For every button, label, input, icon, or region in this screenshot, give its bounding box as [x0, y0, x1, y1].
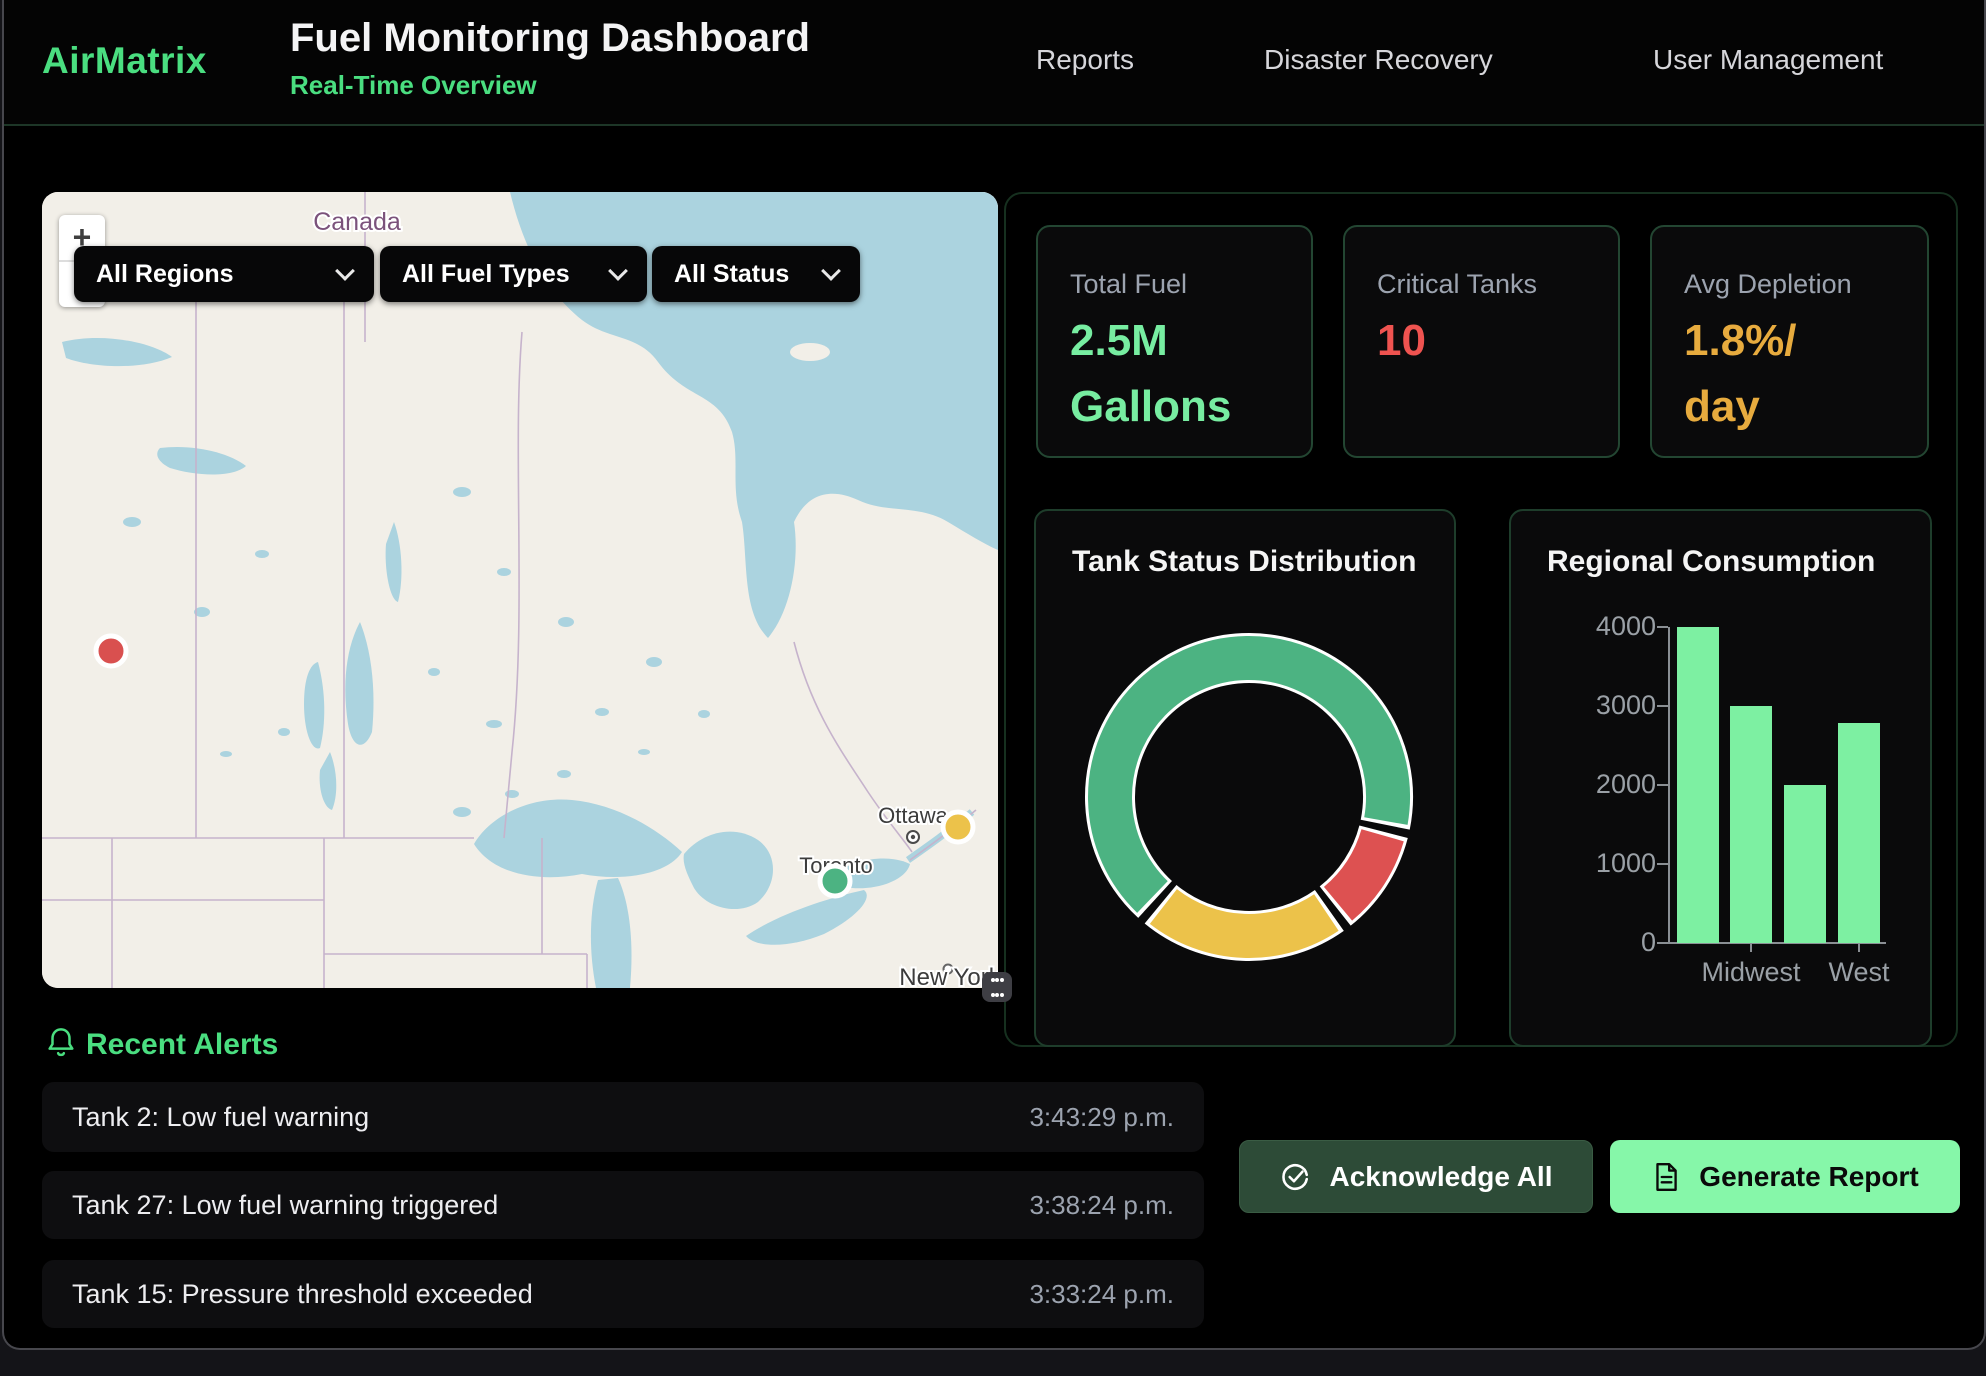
x-axis-tick	[1750, 943, 1752, 952]
map-marker-normal[interactable]	[820, 866, 850, 896]
map-marker-critical[interactable]	[96, 636, 126, 666]
map-drag-handle[interactable]	[982, 972, 1012, 1002]
alert-time: 3:33:24 p.m.	[1029, 1279, 1174, 1310]
x-axis-tick-label: West	[1789, 957, 1929, 988]
regional-consumption-chart-card: Regional Consumption 01000200030004000Mi…	[1509, 509, 1932, 1047]
donut-chart	[1079, 627, 1419, 967]
alerts-heading: Recent Alerts	[86, 1028, 278, 1062]
y-axis-tick-label: 2000	[1566, 769, 1656, 800]
bar-chart: 01000200030004000MidwestWest	[1511, 511, 1934, 1049]
check-circle-icon	[1279, 1161, 1311, 1193]
nav-user-management[interactable]: User Management	[1653, 44, 1883, 76]
stat-card-avg-depletion: Avg Depletion 1.8%/ day	[1650, 225, 1929, 458]
regions-filter-select[interactable]: All Regions	[74, 246, 374, 302]
stat-value-line: 10	[1377, 308, 1588, 374]
stat-label: Critical Tanks	[1377, 269, 1588, 300]
page-title: Fuel Monitoring Dashboard	[290, 16, 810, 61]
acknowledge-all-label: Acknowledge All	[1329, 1161, 1552, 1193]
y-axis-tick	[1657, 784, 1668, 786]
y-axis-line	[1668, 627, 1670, 943]
stat-card-critical-tanks: Critical Tanks 10	[1343, 225, 1620, 458]
page-subtitle: Real-Time Overview	[290, 70, 537, 101]
svg-text:Canada: Canada	[313, 208, 401, 236]
generate-report-button[interactable]: Generate Report	[1610, 1140, 1960, 1213]
status-filter-value: All Status	[674, 260, 789, 289]
status-filter-select[interactable]: All Status	[652, 246, 860, 302]
y-axis-tick-label: 4000	[1566, 611, 1656, 642]
grip-dots-icon	[991, 978, 1004, 997]
bar-0	[1677, 627, 1719, 943]
bar-2	[1784, 785, 1826, 943]
stat-value-line: 1.8%/	[1684, 308, 1897, 374]
alert-text: Tank 2: Low fuel warning	[72, 1102, 369, 1133]
file-text-icon	[1651, 1161, 1681, 1193]
y-axis-tick	[1657, 942, 1668, 944]
nav-disaster-recovery[interactable]: Disaster Recovery	[1264, 44, 1493, 76]
map[interactable]: Canada Ottawa Toronto New York + − All R…	[42, 192, 998, 988]
stat-card-total-fuel: Total Fuel 2.5M Gallons	[1036, 225, 1313, 458]
chevron-down-icon	[335, 261, 355, 281]
dashboard-window: AirMatrix Fuel Monitoring Dashboard Real…	[2, 0, 1986, 1350]
alert-time: 3:38:24 p.m.	[1029, 1190, 1174, 1221]
stat-label: Avg Depletion	[1684, 269, 1897, 300]
bell-icon	[46, 1026, 76, 1060]
bar-3	[1838, 723, 1880, 943]
bar-1	[1730, 706, 1772, 943]
alert-row[interactable]: Tank 15: Pressure threshold exceeded 3:3…	[42, 1260, 1204, 1328]
svg-text:Ottawa: Ottawa	[878, 803, 948, 828]
alert-text: Tank 27: Low fuel warning triggered	[72, 1190, 498, 1221]
x-axis-tick	[1858, 943, 1860, 952]
stat-value-line: 2.5M	[1070, 308, 1281, 374]
acknowledge-all-button[interactable]: Acknowledge All	[1239, 1140, 1593, 1213]
stat-value-line: Gallons	[1070, 374, 1281, 440]
stat-value-line: day	[1684, 374, 1897, 440]
y-axis-tick	[1657, 705, 1668, 707]
y-axis-tick	[1657, 626, 1668, 628]
generate-report-label: Generate Report	[1699, 1161, 1918, 1193]
y-axis-tick-label: 0	[1566, 927, 1656, 958]
fuel-types-filter-select[interactable]: All Fuel Types	[380, 246, 647, 302]
alert-text: Tank 15: Pressure threshold exceeded	[72, 1279, 533, 1310]
brand-logo: AirMatrix	[42, 40, 207, 82]
chevron-down-icon	[608, 261, 628, 281]
fuel-types-filter-value: All Fuel Types	[402, 260, 570, 289]
map-marker-warning[interactable]	[943, 812, 973, 842]
header: AirMatrix Fuel Monitoring Dashboard Real…	[4, 0, 1984, 126]
alert-row[interactable]: Tank 2: Low fuel warning 3:43:29 p.m.	[42, 1082, 1204, 1152]
alert-time: 3:43:29 p.m.	[1029, 1102, 1174, 1133]
map-canvas: Canada Ottawa Toronto New York	[42, 192, 998, 988]
y-axis-tick	[1657, 863, 1668, 865]
tank-status-chart-card: Tank Status Distribution	[1034, 509, 1456, 1047]
stat-label: Total Fuel	[1070, 269, 1281, 300]
nav-reports[interactable]: Reports	[1036, 44, 1134, 76]
y-axis-tick-label: 1000	[1566, 848, 1656, 879]
chevron-down-icon	[821, 261, 841, 281]
alert-row[interactable]: Tank 27: Low fuel warning triggered 3:38…	[42, 1171, 1204, 1239]
regions-filter-value: All Regions	[96, 260, 234, 289]
y-axis-tick-label: 3000	[1566, 690, 1656, 721]
chart-title: Tank Status Distribution	[1072, 545, 1416, 579]
